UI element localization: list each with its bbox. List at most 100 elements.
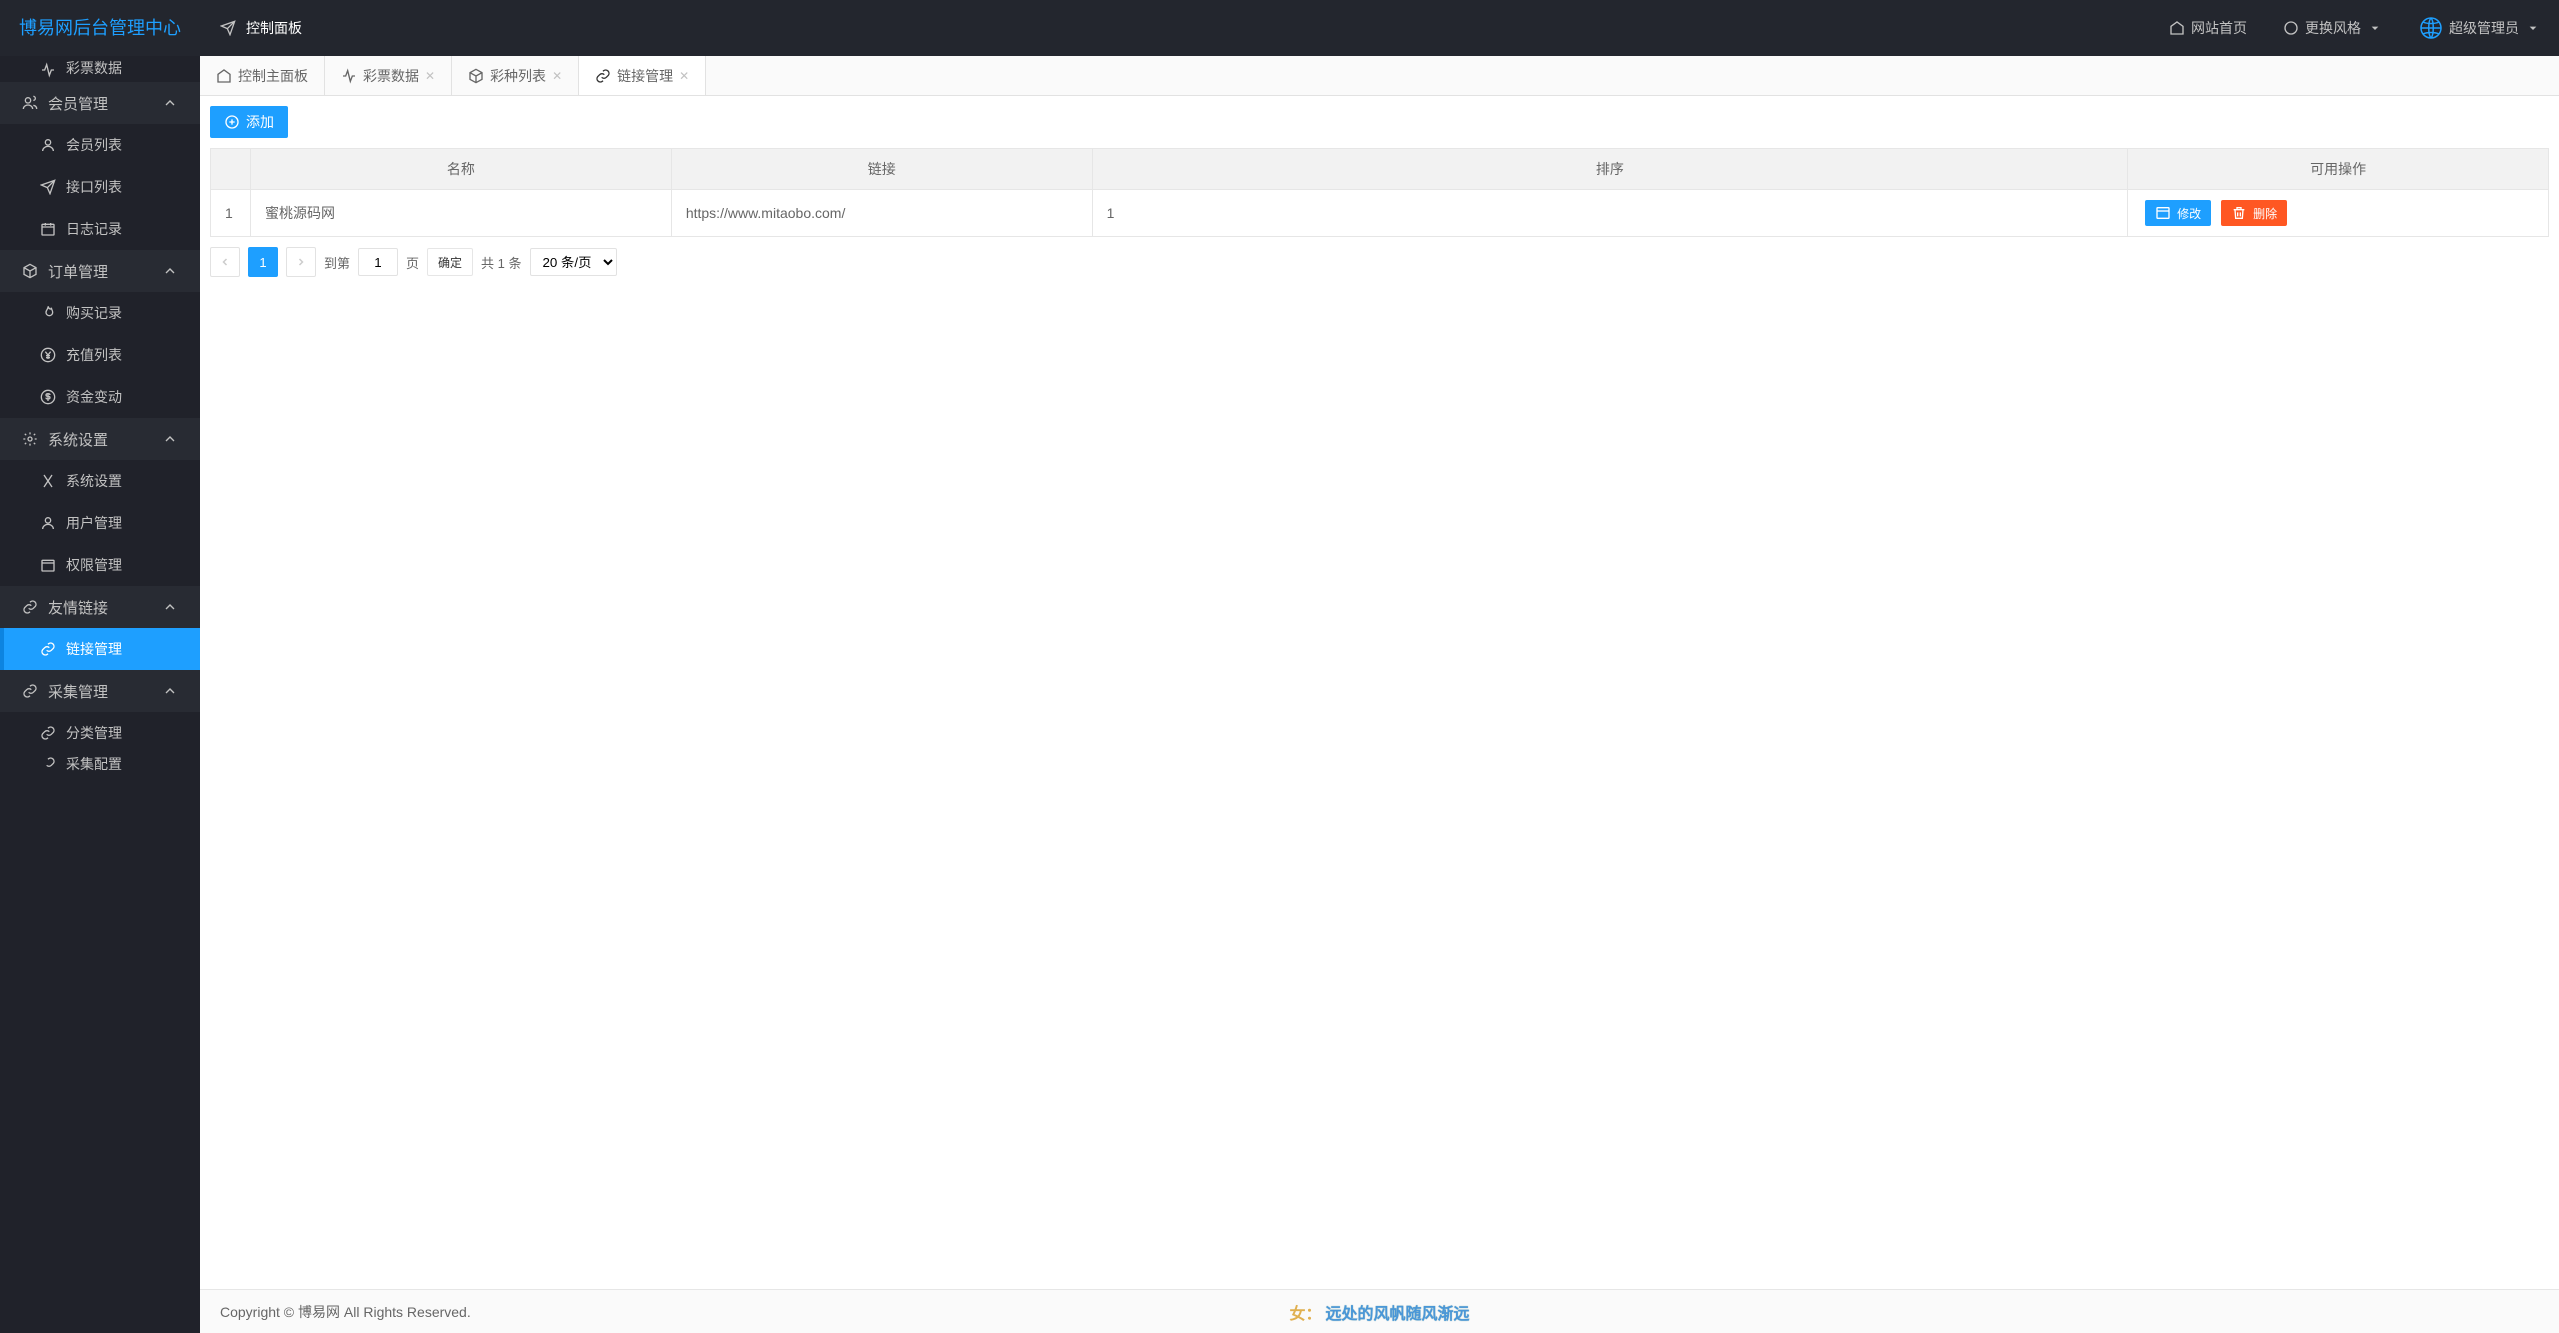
plus-circle-icon xyxy=(224,114,240,130)
goto-suffix: 页 xyxy=(406,253,419,272)
gear-icon xyxy=(22,431,38,447)
sidebar-item-label: 会员列表 xyxy=(66,135,122,155)
sidebar-item-label: 分类管理 xyxy=(66,723,122,743)
sidebar-item-collect-config[interactable]: 采集配置 xyxy=(0,754,200,774)
goto-confirm-button[interactable]: 确定 xyxy=(427,248,473,276)
logo[interactable]: 博易网后台管理中心 xyxy=(0,0,200,56)
caret-down-icon xyxy=(2525,20,2541,36)
sidebar-item-log[interactable]: 日志记录 xyxy=(0,208,200,250)
delete-button-label: 删除 xyxy=(2253,205,2277,222)
close-icon[interactable]: ✕ xyxy=(679,69,689,83)
users-icon xyxy=(22,95,38,111)
user-label: 超级管理员 xyxy=(2449,18,2519,38)
add-button[interactable]: 添加 xyxy=(210,106,288,138)
sidebar-group-links[interactable]: 友情链接 xyxy=(0,586,200,628)
sidebar-item-label: 充值列表 xyxy=(66,345,122,365)
sidebar-item-link-mgmt[interactable]: 链接管理 xyxy=(0,628,200,670)
tools-icon xyxy=(40,473,56,489)
activity-icon xyxy=(40,62,56,78)
sidebar-group-label: 会员管理 xyxy=(48,93,108,114)
sidebar-group-system[interactable]: 系统设置 xyxy=(0,418,200,460)
circle-icon xyxy=(2283,20,2299,36)
sidebar-item-lottery-data[interactable]: 彩票数据 xyxy=(0,56,200,82)
link-icon xyxy=(22,599,38,615)
content: 添加 名称 链接 排序 可用操作 1 蜜桃源码网 https://www.mit… xyxy=(200,96,2559,1333)
tab-dashboard[interactable]: 控制主面板 xyxy=(200,56,325,95)
link-icon xyxy=(22,683,38,699)
page-number-button[interactable]: 1 xyxy=(248,247,278,277)
sidebar-group-label: 订单管理 xyxy=(48,261,108,282)
sidebar-group-label: 友情链接 xyxy=(48,597,108,618)
sidebar-item-user-mgmt[interactable]: 用户管理 xyxy=(0,502,200,544)
dollar-icon xyxy=(40,389,56,405)
close-icon[interactable]: ✕ xyxy=(552,69,562,83)
tab-link-mgmt[interactable]: 链接管理 ✕ xyxy=(579,56,706,95)
add-button-label: 添加 xyxy=(246,112,274,132)
yen-icon xyxy=(40,347,56,363)
sidebar-group-order[interactable]: 订单管理 xyxy=(0,250,200,292)
th-idx xyxy=(211,149,251,190)
sidebar-item-fund[interactable]: 资金变动 xyxy=(0,376,200,418)
website-home-link[interactable]: 网站首页 xyxy=(2151,0,2265,56)
delete-button[interactable]: 删除 xyxy=(2221,200,2287,226)
page-size-select[interactable]: 20 条/页 xyxy=(530,248,617,276)
sidebar-group-collect[interactable]: 采集管理 xyxy=(0,670,200,712)
copyright: Copyright © 博易网 All Rights Reserved. xyxy=(220,1302,471,1322)
sidebar-item-purchase[interactable]: 购买记录 xyxy=(0,292,200,334)
sidebar-item-label: 购买记录 xyxy=(66,303,122,323)
change-style-label: 更换风格 xyxy=(2305,18,2361,38)
tab-lottery-list[interactable]: 彩种列表 ✕ xyxy=(452,56,579,95)
link-icon xyxy=(595,68,611,84)
pagination: 1 到第 页 确定 共 1 条 20 条/页 xyxy=(210,237,2549,287)
tab-lottery-data[interactable]: 彩票数据 ✕ xyxy=(325,56,452,95)
th-ops: 可用操作 xyxy=(2128,149,2549,190)
sidebar-item-label: 系统设置 xyxy=(66,471,122,491)
sidebar-item-recharge[interactable]: 充值列表 xyxy=(0,334,200,376)
th-link: 链接 xyxy=(671,149,1092,190)
sidebar-group-label: 采集管理 xyxy=(48,681,108,702)
change-style-link[interactable]: 更换风格 xyxy=(2265,0,2401,56)
cell-idx: 1 xyxy=(211,190,251,237)
edit-button[interactable]: 修改 xyxy=(2145,200,2211,226)
sidebar-group-member[interactable]: 会员管理 xyxy=(0,82,200,124)
edit-button-label: 修改 xyxy=(2177,205,2201,222)
chevron-up-icon xyxy=(162,263,178,279)
edit-icon xyxy=(2155,205,2171,221)
cell-sort: 1 xyxy=(1092,190,2128,237)
sidebar-item-interface-list[interactable]: 接口列表 xyxy=(0,166,200,208)
sidebar-item-label: 接口列表 xyxy=(66,177,122,197)
home-icon xyxy=(216,68,232,84)
sidebar-item-label: 日志记录 xyxy=(66,219,122,239)
tab-label: 控制主面板 xyxy=(238,66,308,86)
sidebar-item-category[interactable]: 分类管理 xyxy=(0,712,200,754)
watermark-b: 远处的风帆随风渐远 xyxy=(1326,1306,1470,1323)
prev-page-button[interactable] xyxy=(210,247,240,277)
sidebar-item-label: 彩票数据 xyxy=(66,58,122,78)
user-menu[interactable]: 超级管理员 xyxy=(2401,0,2559,56)
caret-down-icon xyxy=(2367,20,2383,36)
calendar-icon xyxy=(40,557,56,573)
sidebar-group-label: 系统设置 xyxy=(48,429,108,450)
next-page-button[interactable] xyxy=(286,247,316,277)
cube-icon xyxy=(468,68,484,84)
goto-page-input[interactable] xyxy=(358,248,398,276)
sidebar-item-member-list[interactable]: 会员列表 xyxy=(0,124,200,166)
th-sort: 排序 xyxy=(1092,149,2128,190)
cube-icon xyxy=(22,263,38,279)
website-home-label: 网站首页 xyxy=(2191,18,2247,38)
link-icon xyxy=(40,725,56,741)
chevron-up-icon xyxy=(162,683,178,699)
close-icon[interactable]: ✕ xyxy=(425,69,435,83)
sidebar: 彩票数据 会员管理 会员列表 接口列表 日志记录 订单管理 购买记录 充值列表 … xyxy=(0,56,200,1333)
flame-icon xyxy=(40,305,56,321)
sidebar-item-system-settings[interactable]: 系统设置 xyxy=(0,460,200,502)
link-icon xyxy=(40,756,56,772)
user-icon xyxy=(40,137,56,153)
table-row: 1 蜜桃源码网 https://www.mitaobo.com/ 1 修改 删除 xyxy=(211,190,2549,237)
sidebar-item-label: 链接管理 xyxy=(66,639,122,659)
control-panel-link[interactable]: 控制面板 xyxy=(200,18,302,38)
cell-name: 蜜桃源码网 xyxy=(251,190,672,237)
cell-ops: 修改 删除 xyxy=(2128,190,2549,237)
sidebar-item-permission[interactable]: 权限管理 xyxy=(0,544,200,586)
total-count: 共 1 条 xyxy=(481,253,521,272)
